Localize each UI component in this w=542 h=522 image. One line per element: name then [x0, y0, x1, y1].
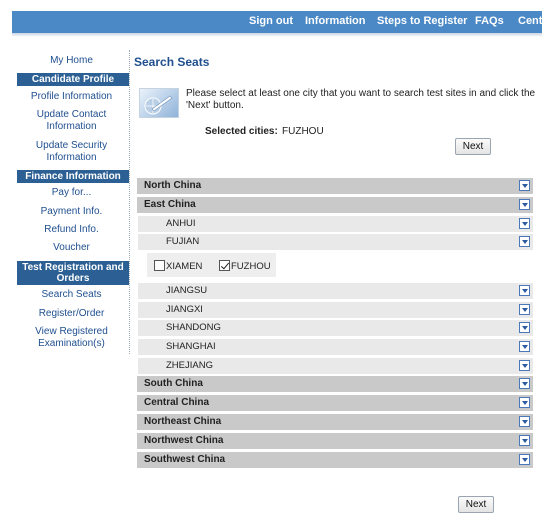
region-label: Northwest China [144, 435, 224, 446]
expand-dropdown-icon[interactable] [519, 454, 530, 465]
province-label: ZHEJIANG [166, 360, 213, 371]
region-label: Southwest China [144, 454, 226, 465]
expand-dropdown-icon[interactable] [519, 285, 530, 296]
expand-dropdown-icon[interactable] [519, 341, 530, 352]
sidebar-heading-finance: Finance Information [17, 170, 129, 183]
province-label: SHANDONG [166, 322, 221, 333]
nav-information[interactable]: Information [305, 15, 366, 27]
region-label: Northeast China [144, 416, 222, 427]
sidebar-item-my-home[interactable]: My Home [14, 55, 129, 67]
region-row-north-china[interactable]: North China [137, 178, 533, 194]
city-checkbox-xiamen[interactable] [154, 260, 165, 271]
province-row-fujian[interactable]: FUJIAN [138, 234, 533, 250]
province-label: ANHUI [166, 218, 196, 229]
next-button-top[interactable]: Next [455, 138, 491, 155]
province-row-jiangxi[interactable]: JIANGXI [138, 302, 533, 318]
region-row-northwest-china[interactable]: Northwest China [137, 433, 533, 449]
nav-steps-to-register[interactable]: Steps to Register [377, 15, 467, 27]
city-checkbox-fuzhou[interactable] [219, 260, 230, 271]
city-label-fuzhou: FUZHOU [231, 261, 271, 272]
expand-dropdown-icon[interactable] [519, 218, 530, 229]
nav-centers[interactable]: Cente [518, 15, 542, 27]
sidebar-item-pay-for[interactable]: Pay for... [14, 187, 129, 199]
province-row-zhejiang[interactable]: ZHEJIANG [138, 358, 533, 374]
sidebar-item-search-seats[interactable]: Search Seats [14, 289, 129, 301]
region-label: South China [144, 378, 203, 389]
sidebar-item-view-registered[interactable]: View Registered Examination(s) [14, 326, 129, 350]
province-label: JIANGXI [166, 304, 203, 315]
expand-dropdown-icon[interactable] [519, 180, 530, 191]
province-row-shandong[interactable]: SHANDONG [138, 320, 533, 336]
nav-faqs[interactable]: FAQs [475, 15, 504, 27]
expand-dropdown-icon[interactable] [519, 378, 530, 389]
region-row-central-china[interactable]: Central China [137, 395, 533, 411]
expand-dropdown-icon[interactable] [519, 236, 530, 247]
top-nav-shadow [12, 33, 542, 37]
region-row-northeast-china[interactable]: Northeast China [137, 414, 533, 430]
region-row-east-china[interactable]: East China [137, 197, 533, 213]
sidebar-item-update-contact[interactable]: Update Contact Information [14, 109, 129, 133]
sidebar-heading-candidate-profile: Candidate Profile [17, 73, 129, 86]
province-row-anhui[interactable]: ANHUI [138, 216, 533, 232]
expand-dropdown-icon[interactable] [519, 435, 530, 446]
region-label: Central China [144, 397, 210, 408]
expand-dropdown-icon[interactable] [519, 397, 530, 408]
selected-cities-label: Selected cities: [205, 126, 278, 137]
region-row-southwest-china[interactable]: Southwest China [137, 452, 533, 468]
region-label: North China [144, 180, 202, 191]
search-seats-page: Sign out Information Steps to Register F… [0, 0, 542, 522]
expand-dropdown-icon[interactable] [519, 304, 530, 315]
expand-dropdown-icon[interactable] [519, 360, 530, 371]
sidebar-item-payment-info[interactable]: Payment Info. [14, 206, 129, 218]
sidebar: My Home Candidate Profile Profile Inform… [14, 50, 130, 354]
expand-dropdown-icon[interactable] [519, 322, 530, 333]
city-checkbox-group: XIAMEN FUZHOU [147, 253, 276, 277]
region-label: East China [144, 199, 196, 210]
expand-dropdown-icon[interactable] [519, 416, 530, 427]
sidebar-heading-test-registration: Test Registration and Orders [17, 261, 129, 285]
province-label: FUJIAN [166, 236, 200, 247]
next-button-bottom[interactable]: Next [458, 496, 494, 513]
nav-sign-out[interactable]: Sign out [249, 15, 293, 27]
sidebar-item-profile-information[interactable]: Profile Information [14, 91, 129, 103]
sidebar-item-voucher[interactable]: Voucher [14, 242, 129, 254]
sidebar-item-refund-info[interactable]: Refund Info. [14, 224, 129, 236]
page-title: Search Seats [134, 55, 210, 69]
province-label: JIANGSU [166, 285, 208, 296]
sidebar-item-update-security[interactable]: Update Security Information [14, 140, 129, 164]
expand-dropdown-icon[interactable] [519, 199, 530, 210]
province-label: SHANGHAI [166, 341, 216, 352]
region-row-south-china[interactable]: South China [137, 376, 533, 392]
top-nav-bar: Sign out Information Steps to Register F… [12, 11, 542, 33]
province-row-shanghai[interactable]: SHANGHAI [138, 339, 533, 355]
instruction-text: Please select at least one city that you… [186, 88, 536, 111]
province-row-jiangsu[interactable]: JIANGSU [138, 283, 533, 299]
sidebar-item-register-order[interactable]: Register/Order [14, 308, 129, 320]
city-label-xiamen: XIAMEN [166, 261, 203, 272]
selected-cities-value: FUZHOU [282, 126, 324, 137]
info-graphic-icon [139, 88, 179, 118]
